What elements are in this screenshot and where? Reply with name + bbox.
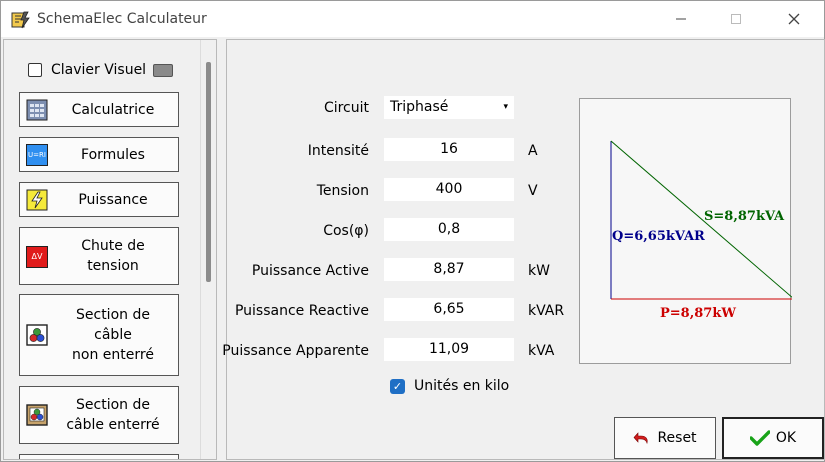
- sidebar-item-label: Formules: [81, 146, 145, 163]
- app-window: SchemaElec Calculateur Clavier Visuel Ca…: [0, 0, 825, 462]
- sidebar-item-label: Calculatrice: [71, 101, 155, 118]
- cos-phi-input[interactable]: 0,8: [384, 218, 514, 241]
- cable-icon: [26, 324, 48, 346]
- keyboard-checkbox-label: Clavier Visuel: [51, 62, 147, 78]
- s-label: S=8,87kVA: [704, 209, 785, 224]
- maximize-button[interactable]: [721, 7, 751, 31]
- calculator-panel: Circuit Triphasé ▾ Intensité 16 A Tensio…: [222, 39, 825, 460]
- lightning-icon: [26, 189, 48, 211]
- sidebar-item-puissance[interactable]: Puissance: [19, 182, 179, 217]
- calculator-icon: [26, 99, 48, 121]
- schemaelec-app-icon: [11, 11, 30, 29]
- p-label: P=8,87kW: [660, 306, 736, 321]
- puissance-apparente-label: Puissance Apparente: [222, 343, 369, 359]
- keyboard-checkbox[interactable]: [28, 63, 42, 77]
- circuit-select[interactable]: Triphasé ▾: [384, 96, 514, 119]
- sidebar-item-label: Chute de tension: [81, 238, 145, 274]
- sidebar-item-section-cable-non-enterre[interactable]: Section de câble non enterré: [19, 294, 179, 376]
- cos-phi-label: Cos(φ): [323, 223, 369, 239]
- intensite-unit: A: [528, 143, 538, 159]
- tension-input[interactable]: 400: [384, 178, 514, 201]
- circuit-label: Circuit: [323, 100, 369, 116]
- q-label: Q=6,65kVAR: [612, 229, 705, 244]
- reset-button-label: Reset: [657, 430, 697, 446]
- minimize-icon: [676, 18, 686, 20]
- sidebar-item-partial[interactable]: [19, 454, 179, 459]
- puissance-reactive-unit: kVAR: [528, 303, 565, 319]
- sidebar-scrollbar[interactable]: [206, 62, 211, 282]
- close-icon: [788, 13, 800, 25]
- puissance-active-label: Puissance Active: [251, 263, 369, 279]
- power-triangle-svg: Q=6,65kVAR S=8,87kVA P=8,87kW: [610, 140, 792, 321]
- puissance-reactive-input[interactable]: 6,65: [384, 298, 514, 321]
- sidebar-item-label: Section de câble enterré: [66, 397, 160, 433]
- checkmark-icon: [749, 430, 770, 446]
- ok-button-label: OK: [775, 430, 797, 446]
- sidebar-item-calculatrice[interactable]: Calculatrice: [19, 92, 179, 127]
- sidebar-item-formules[interactable]: U=RI Formules: [19, 137, 179, 172]
- close-button[interactable]: [779, 7, 809, 31]
- voltage-drop-icon: ΔV: [26, 246, 48, 268]
- intensite-label: Intensité: [307, 143, 369, 159]
- chevron-down-icon: ▾: [503, 102, 508, 112]
- maximize-icon: [731, 14, 741, 24]
- sidebar-item-label: Section de câble non enterré: [72, 307, 154, 363]
- kilo-checkbox-label: Unités en kilo: [414, 378, 510, 394]
- minimize-button[interactable]: [666, 7, 696, 31]
- formula-icon: U=RI: [26, 144, 48, 166]
- undo-arrow-icon: [633, 430, 651, 446]
- tension-unit: V: [528, 183, 538, 199]
- puissance-active-input[interactable]: 8,87: [384, 258, 514, 281]
- power-triangle-diagram: Q=6,65kVAR S=8,87kVA P=8,87kW: [579, 98, 792, 364]
- puissance-reactive-label: Puissance Reactive: [234, 303, 369, 319]
- tension-label: Tension: [316, 183, 369, 199]
- circuit-select-value: Triphasé: [390, 99, 449, 115]
- window-title: SchemaElec Calculateur: [37, 11, 207, 27]
- kilo-checkbox[interactable]: ✓: [390, 379, 405, 394]
- reset-button[interactable]: Reset: [614, 417, 716, 459]
- title-bar: SchemaElec Calculateur: [1, 1, 824, 37]
- ok-button[interactable]: OK: [722, 417, 824, 459]
- buried-cable-icon: [26, 404, 48, 426]
- puissance-apparente-input[interactable]: 11,09: [384, 338, 514, 361]
- keyboard-toggle[interactable]: Clavier Visuel: [28, 61, 174, 79]
- sidebar-item-label: Puissance: [78, 191, 148, 208]
- sidebar-divider: [200, 40, 201, 459]
- sidebar: Clavier Visuel Calculatrice U=RI Formule…: [3, 39, 217, 460]
- puissance-active-unit: kW: [528, 263, 550, 279]
- puissance-apparente-unit: kVA: [528, 343, 555, 359]
- intensite-input[interactable]: 16: [384, 138, 514, 161]
- sidebar-item-section-cable-enterre[interactable]: Section de câble enterré: [19, 386, 179, 444]
- sidebar-item-chute-de-tension[interactable]: ΔV Chute de tension: [19, 227, 179, 285]
- keyboard-icon: [153, 63, 174, 77]
